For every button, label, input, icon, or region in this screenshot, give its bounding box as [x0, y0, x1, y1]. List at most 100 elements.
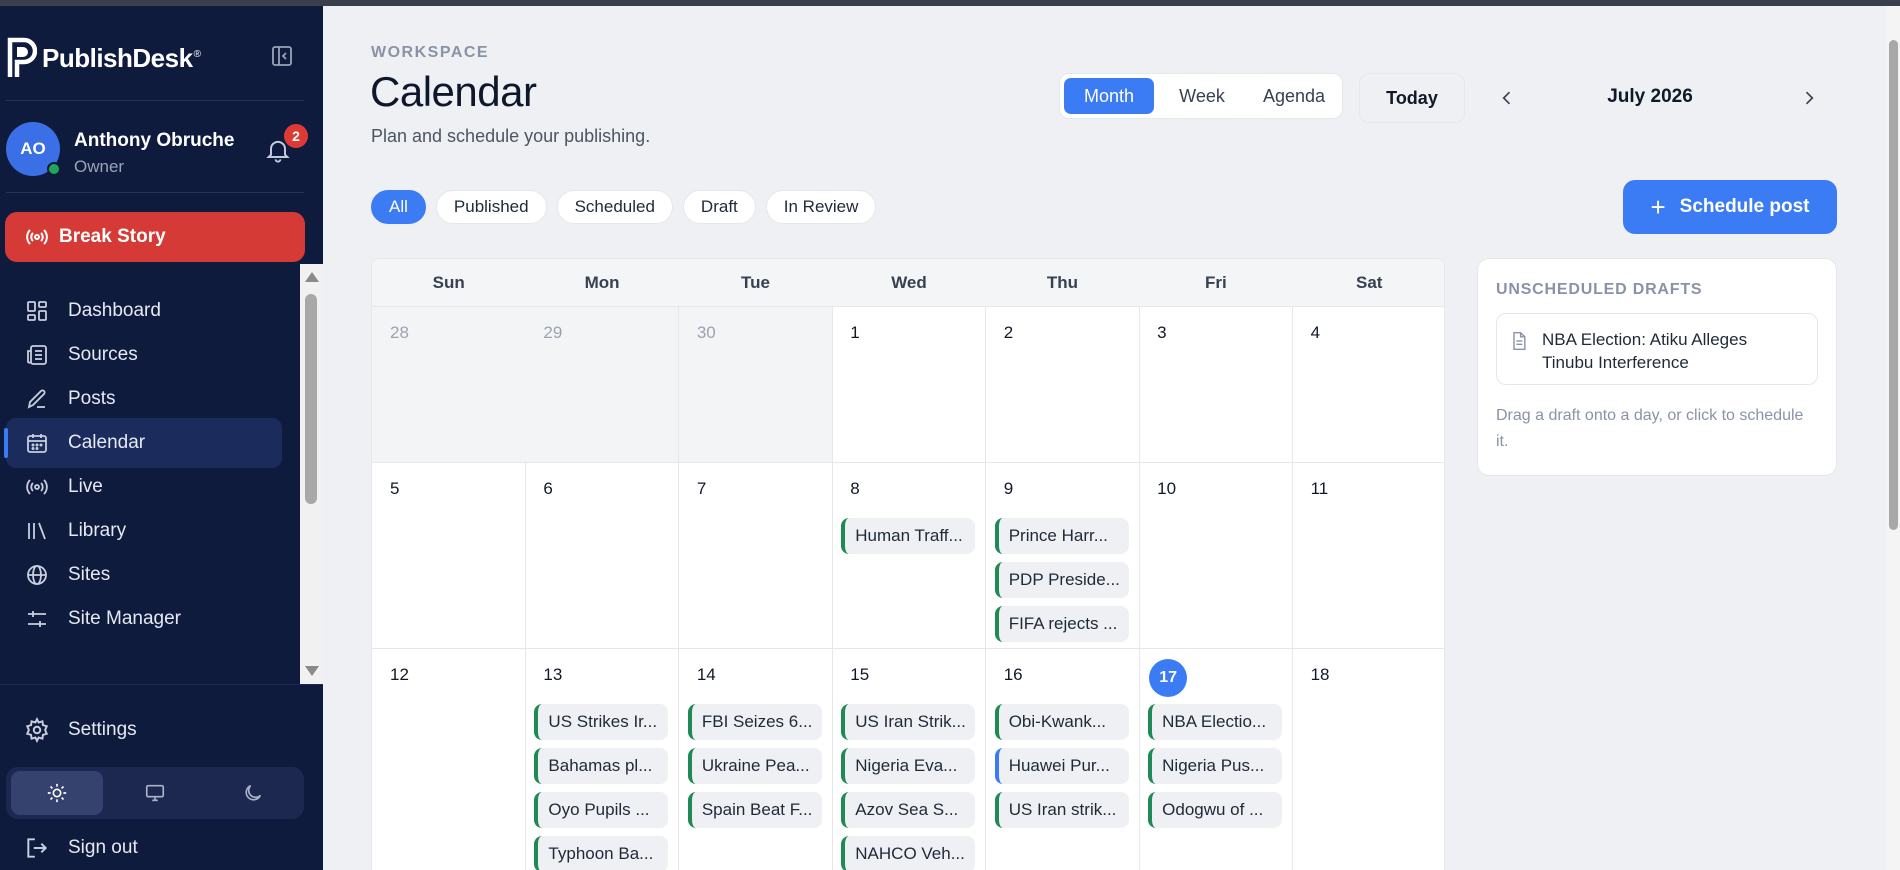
scroll-down-arrow-icon[interactable] — [305, 666, 319, 676]
day-number: 29 — [543, 323, 563, 342]
calendar-post-pill[interactable]: Nigeria Eva... — [841, 748, 976, 784]
calendar-day-cell[interactable]: 5 — [372, 463, 526, 649]
calendar-post-pill[interactable]: PDP Preside... — [994, 562, 1129, 598]
drafts-panel-title: UNSCHEDULED DRAFTS — [1496, 281, 1703, 298]
day-number: 12 — [390, 665, 409, 684]
weekday-sat: Sat — [1356, 273, 1383, 292]
calendar-post-pill[interactable]: Azov Sea S... — [841, 792, 976, 828]
calendar-post-pill[interactable]: Oyo Pupils ... — [534, 792, 669, 828]
calendar-day-cell[interactable]: 2 — [985, 307, 1140, 463]
tab-week[interactable]: Week — [1158, 78, 1246, 114]
calendar-day-cell[interactable]: 10 — [1139, 463, 1294, 649]
settings-button[interactable]: Settings — [24, 717, 137, 743]
brand-logo[interactable]: PublishDesk® — [6, 36, 201, 80]
sign-out-icon — [27, 838, 48, 858]
sidebar-item-live[interactable]: Live — [6, 462, 282, 512]
previous-month-chevron-icon[interactable] — [1495, 86, 1519, 110]
sidebar-item-sources[interactable]: Sources — [6, 330, 282, 380]
collapse-sidebar-icon[interactable] — [268, 42, 296, 70]
calendar-post-pill[interactable]: Typhoon Ba... — [534, 836, 669, 870]
newspaper-icon — [24, 342, 50, 368]
calendar-day-cell[interactable]: 30 — [678, 307, 833, 463]
sidebar-item-dashboard[interactable]: Dashboard — [6, 286, 282, 336]
calendar-post-pill[interactable]: FIFA rejects ... — [994, 606, 1129, 642]
tab-agenda[interactable]: Agenda — [1250, 78, 1338, 114]
filter-draft[interactable]: Draft — [682, 190, 756, 224]
dashboard-icon — [24, 298, 50, 324]
calendar-post-pill[interactable]: Huawei Pur... — [994, 748, 1129, 784]
draft-card[interactable]: NBA Election: Atiku Alleges Tinubu Inter… — [1496, 313, 1818, 385]
calendar-day-cell[interactable]: 12 — [372, 649, 526, 870]
sidebar-item-site-manager[interactable]: Site Manager — [6, 594, 282, 644]
calendar-day-cell[interactable]: 15 US Iran Strik... Nigeria Eva... Azov Sea… — [832, 649, 987, 870]
main-content: WORKSPACE Calendar Plan and schedule you… — [323, 6, 1900, 870]
calendar-day-cell[interactable]: 16 Obi-Kwank... Huawei Pur... US Iran strik… — [986, 649, 1140, 870]
moon-icon — [245, 784, 262, 801]
calendar-day-cell[interactable]: 1 — [832, 307, 987, 463]
user-profile[interactable]: AO Anthony Obruche Owner — [6, 122, 306, 178]
calendar-post-pill[interactable]: NAHCO Veh... — [841, 836, 976, 870]
sidebar-scrollbar[interactable] — [300, 264, 323, 684]
sidebar-item-calendar[interactable]: Calendar — [4, 418, 282, 468]
calendar-day-cell[interactable]: 18 — [1293, 649, 1444, 870]
page-scrollbar[interactable] — [1886, 6, 1900, 870]
day-number: 6 — [543, 479, 553, 498]
sidebar: PublishDesk® AO Anthony Obruche Owner 2 … — [0, 6, 323, 870]
filter-all[interactable]: All — [371, 190, 426, 224]
dark-theme-button[interactable] — [207, 771, 299, 815]
calendar-day-cell[interactable]: 13 US Strikes Ir... Bahamas pl... Oyo Pupil… — [525, 649, 680, 870]
calendar-day-cell[interactable]: 14 FBI Seizes 6... Ukraine Pea... Spain Bea… — [679, 649, 833, 870]
sliders-icon — [24, 606, 50, 632]
calendar-post-pill[interactable]: Odogwu of ... — [1148, 792, 1283, 828]
calendar-post-pill[interactable]: FBI Seizes 6... — [687, 704, 822, 740]
calendar-post-pill[interactable]: Nigeria Pus... — [1148, 748, 1283, 784]
filter-scheduled[interactable]: Scheduled — [556, 190, 673, 224]
sidebar-item-label: Library — [68, 520, 127, 541]
day-number: 3 — [1157, 323, 1167, 342]
globe-icon — [24, 562, 50, 588]
sign-out-button[interactable]: Sign out — [24, 835, 138, 861]
calendar-day-cell[interactable]: 7 — [678, 463, 833, 649]
calendar-day-cell[interactable]: 17 NBA Electio... Nigeria Pus... Odogwu of … — [1139, 649, 1294, 870]
calendar-day-cell[interactable]: 28 — [372, 307, 526, 463]
system-theme-button[interactable] — [109, 771, 201, 815]
sidebar-item-posts[interactable]: Posts — [6, 374, 282, 424]
calendar-post-pill[interactable]: Human Traff... — [841, 518, 976, 554]
day-number: 8 — [850, 479, 860, 498]
page-scroll-thumb[interactable] — [1889, 40, 1898, 530]
calendar-day-cell[interactable]: 4 — [1292, 307, 1444, 463]
calendar-day-cell[interactable]: 11 — [1292, 463, 1444, 649]
calendar-post-pill[interactable]: US Iran Strik... — [841, 704, 976, 740]
calendar-day-cell[interactable]: 9 Prince Harr... PDP Preside... FIFA reject… — [985, 463, 1140, 649]
view-switcher: Month Week Agenda — [1059, 73, 1343, 119]
day-number: 7 — [696, 479, 707, 498]
calendar-post-pill[interactable]: Ukraine Pea... — [687, 748, 822, 784]
notification-badge: 2 — [284, 124, 308, 148]
filter-published[interactable]: Published — [435, 190, 547, 224]
weekday-sun: Sun — [432, 273, 465, 292]
calendar-post-pill[interactable]: Prince Harr... — [994, 518, 1129, 554]
status-filters: All Published Scheduled Draft In Review — [371, 190, 877, 224]
calendar-post-pill[interactable]: Bahamas pl... — [534, 748, 669, 784]
calendar-post-pill[interactable]: US Iran strik... — [994, 792, 1129, 828]
sidebar-item-sites[interactable]: Sites — [6, 550, 282, 600]
calendar-day-cell[interactable]: 29 — [525, 307, 680, 463]
calendar-day-cell[interactable]: 3 — [1139, 307, 1294, 463]
scroll-thumb[interactable] — [305, 294, 317, 504]
tab-month[interactable]: Month — [1064, 78, 1154, 114]
sidebar-item-label: Sites — [68, 564, 111, 585]
calendar-post-pill[interactable]: US Strikes Ir... — [534, 704, 669, 740]
calendar-post-pill[interactable]: NBA Electio... — [1148, 704, 1283, 740]
scroll-up-arrow-icon[interactable] — [305, 272, 319, 282]
sidebar-item-library[interactable]: Library — [6, 506, 282, 556]
calendar-day-cell[interactable]: 6 — [525, 463, 680, 649]
next-month-chevron-icon[interactable] — [1797, 86, 1821, 110]
calendar-post-pill[interactable]: Spain Beat F... — [687, 792, 822, 828]
light-theme-button[interactable] — [11, 771, 103, 815]
filter-in-review[interactable]: In Review — [765, 190, 877, 224]
schedule-post-button[interactable]: + Schedule post — [1623, 180, 1837, 234]
calendar-post-pill[interactable]: Obi-Kwank... — [994, 704, 1129, 740]
today-button[interactable]: Today — [1359, 73, 1465, 123]
break-story-button[interactable]: Break Story — [5, 212, 305, 262]
calendar-day-cell[interactable]: 8 Human Traff... — [832, 463, 987, 649]
